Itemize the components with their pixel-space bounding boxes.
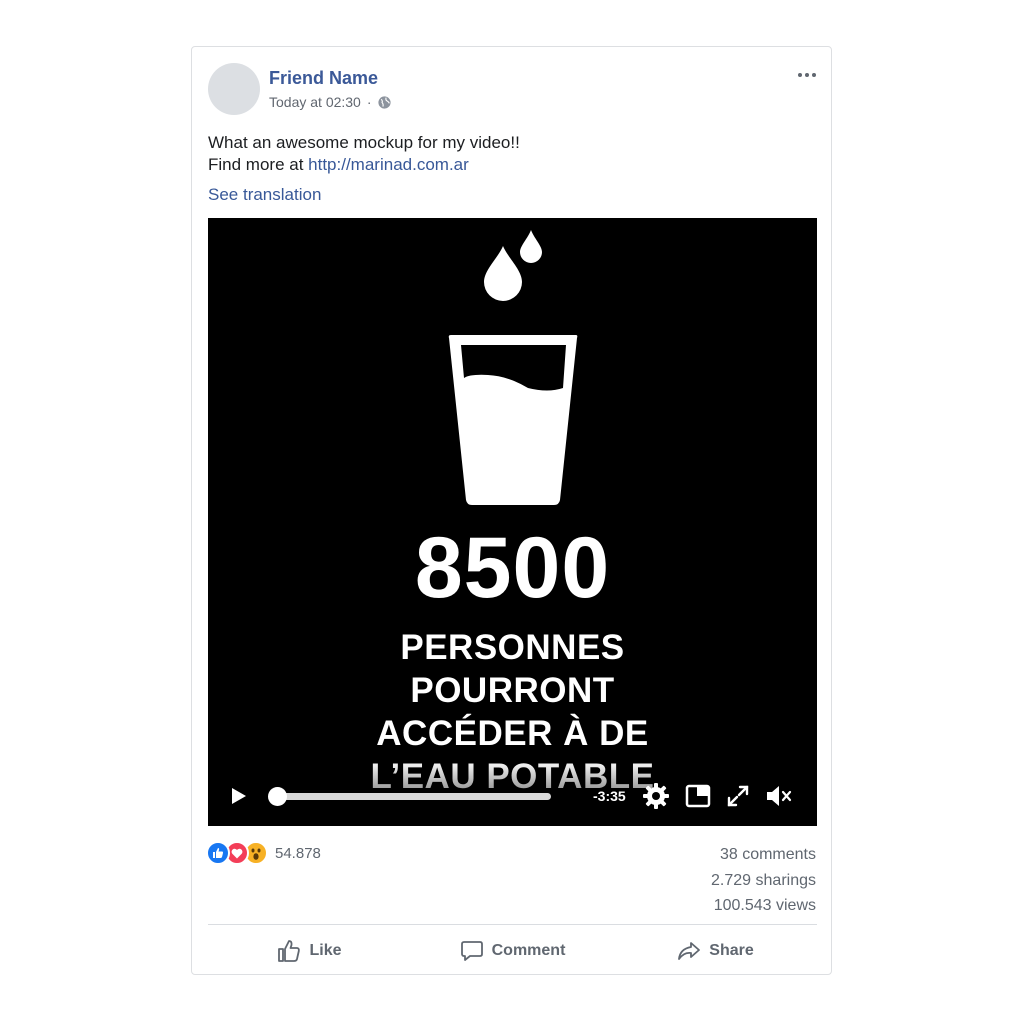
post-text-prefix: Find more at bbox=[208, 155, 309, 174]
share-label: Share bbox=[709, 942, 754, 959]
post-link[interactable]: http://marinad.com.ar bbox=[308, 155, 469, 174]
share-button[interactable]: Share bbox=[614, 933, 817, 969]
see-translation-link[interactable]: See translation bbox=[208, 185, 321, 205]
caption-line: PERSONNES bbox=[400, 628, 625, 667]
more-options-icon[interactable] bbox=[795, 67, 819, 83]
video-controls: -3:35 bbox=[208, 766, 817, 826]
post-text-line2: Find more at http://marinad.com.ar bbox=[208, 154, 520, 176]
action-bar: Like Comment Share bbox=[208, 933, 817, 969]
comment-icon bbox=[460, 941, 483, 961]
post-card: Friend Name Today at 02:30 · What an awe… bbox=[191, 46, 832, 975]
reactions-summary[interactable]: 54.878 bbox=[206, 841, 321, 865]
time-remaining: -3:35 bbox=[593, 788, 626, 804]
settings-icon[interactable] bbox=[642, 782, 670, 810]
thumbs-up-icon bbox=[278, 940, 301, 962]
sharings-count[interactable]: 2.729 sharings bbox=[711, 868, 816, 894]
author-name[interactable]: Friend Name bbox=[269, 68, 378, 89]
share-icon bbox=[678, 942, 701, 960]
headline-number: 8500 bbox=[414, 520, 611, 616]
water-drops-icon bbox=[484, 230, 542, 301]
engagement-stats: 38 comments 2.729 sharings 100.543 views bbox=[711, 842, 816, 919]
fullscreen-icon[interactable] bbox=[724, 782, 752, 810]
post-text-line1: What an awesome mockup for my video!! bbox=[208, 133, 520, 152]
views-count[interactable]: 100.543 views bbox=[711, 893, 816, 919]
like-button[interactable]: Like bbox=[208, 933, 411, 969]
play-icon[interactable] bbox=[228, 784, 250, 808]
comment-label: Comment bbox=[491, 942, 566, 959]
caption-line: POURRONT bbox=[410, 671, 615, 710]
post-meta: Today at 02:30 · bbox=[269, 94, 391, 110]
reaction-count: 54.878 bbox=[275, 844, 321, 862]
muted-volume-icon[interactable] bbox=[764, 782, 792, 810]
progress-scrubber[interactable] bbox=[268, 787, 287, 806]
water-glass-icon bbox=[448, 335, 578, 505]
post-text: What an awesome mockup for my video!! Fi… bbox=[208, 132, 520, 176]
like-reaction-icon bbox=[206, 841, 230, 865]
video-player[interactable]: 8500 PERSONNES POURRONT ACCÉDER À DE L’E… bbox=[208, 218, 817, 826]
globe-icon[interactable] bbox=[377, 95, 391, 109]
progress-bar[interactable] bbox=[268, 787, 551, 806]
divider bbox=[208, 924, 817, 925]
like-label: Like bbox=[309, 942, 342, 959]
comments-count[interactable]: 38 comments bbox=[711, 842, 816, 868]
comment-button[interactable]: Comment bbox=[411, 933, 614, 969]
avatar[interactable] bbox=[208, 63, 260, 115]
post-timestamp[interactable]: Today at 02:30 bbox=[269, 94, 361, 110]
meta-separator: · bbox=[366, 94, 372, 110]
picture-in-picture-icon[interactable] bbox=[684, 782, 712, 810]
caption-line: ACCÉDER À DE bbox=[376, 714, 649, 753]
